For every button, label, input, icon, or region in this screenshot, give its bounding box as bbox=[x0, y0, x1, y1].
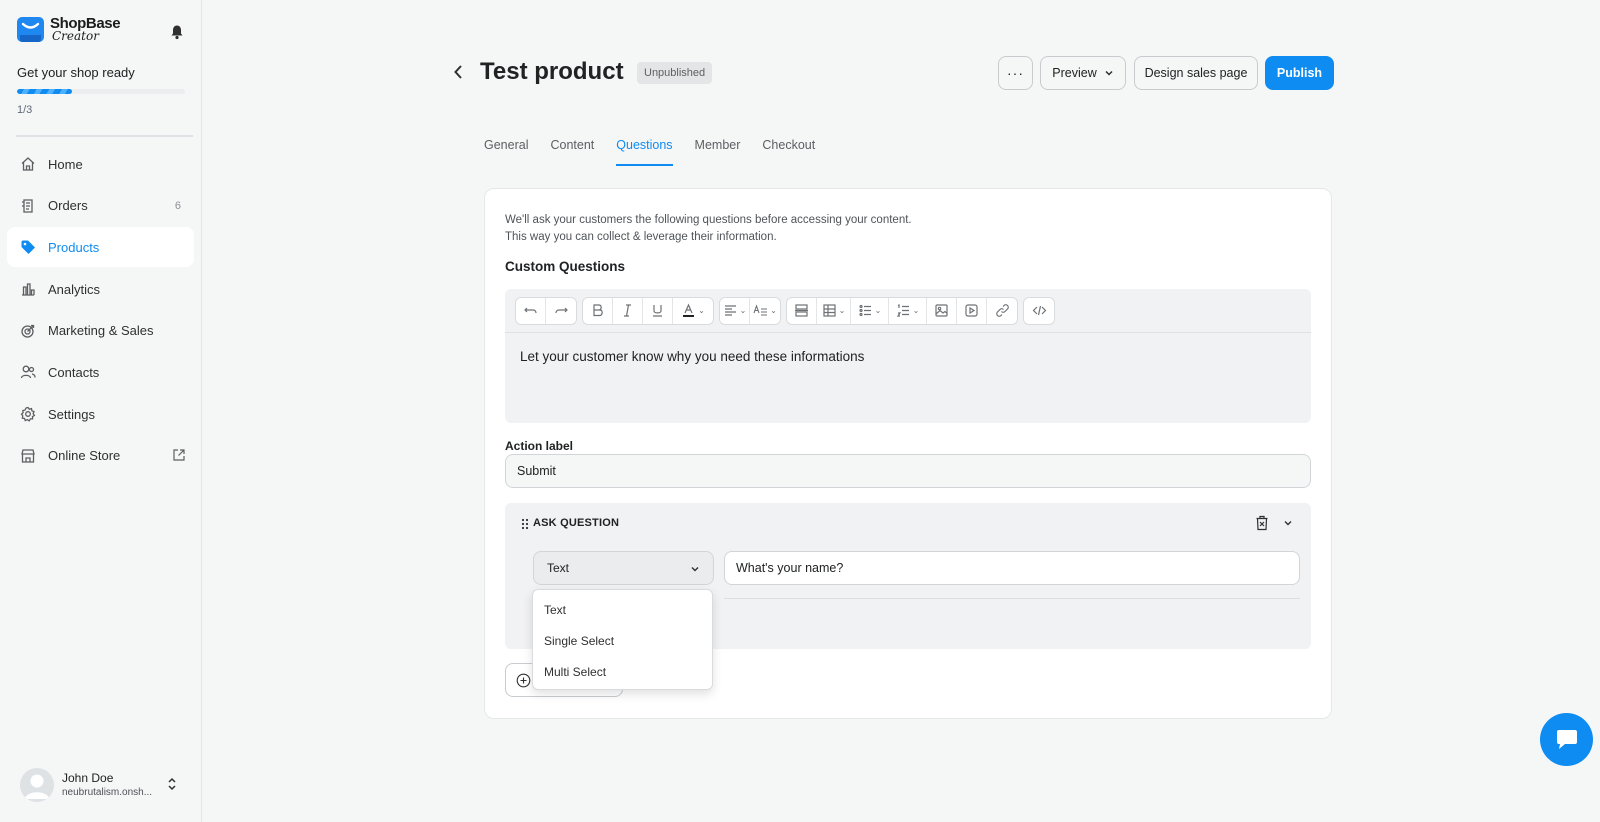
sidebar-item-label: Home bbox=[48, 156, 83, 172]
publish-button[interactable]: Publish bbox=[1265, 56, 1334, 90]
chevron-up-down-icon[interactable] bbox=[166, 776, 178, 792]
tab-general[interactable]: General bbox=[484, 138, 528, 166]
text-color-icon[interactable]: ⌄ bbox=[673, 298, 713, 324]
sidebar-item-online-store[interactable]: Online Store bbox=[7, 436, 194, 476]
product-tabs: General Content Questions Member Checkou… bbox=[484, 138, 837, 166]
page-title: Test product bbox=[480, 58, 624, 85]
chat-icon bbox=[1556, 729, 1577, 749]
underline-icon[interactable] bbox=[643, 297, 673, 324]
target-icon bbox=[20, 323, 36, 339]
user-shop-domain: neubrutalism.onsh... bbox=[62, 787, 153, 799]
questions-intro: We'll ask your customers the following q… bbox=[505, 212, 912, 246]
chat-support-button[interactable] bbox=[1540, 713, 1593, 766]
shopping-bag-logo-icon bbox=[17, 17, 44, 42]
preview-button[interactable]: Preview bbox=[1040, 56, 1126, 90]
action-label-title: Action label bbox=[505, 439, 574, 453]
editor-content[interactable]: Let your customer know why you need thes… bbox=[505, 333, 1311, 380]
sidebar-item-marketing-sales[interactable]: Marketing & Sales bbox=[7, 311, 194, 351]
dropdown-option-single-select[interactable]: Single Select bbox=[533, 625, 712, 656]
status-badge: Unpublished bbox=[637, 62, 713, 84]
dropdown-option-text[interactable]: Text bbox=[533, 594, 712, 625]
setup-progress-bar bbox=[17, 89, 185, 94]
brand-logo[interactable]: ShopBase Creator bbox=[17, 15, 121, 43]
plus-circle-icon bbox=[516, 673, 531, 687]
sidebar-item-settings[interactable]: Settings bbox=[7, 394, 194, 434]
tab-member[interactable]: Member bbox=[695, 138, 741, 166]
back-arrow-icon[interactable] bbox=[452, 63, 466, 81]
preview-button-label: Preview bbox=[1052, 66, 1097, 80]
orders-count-badge: 6 bbox=[174, 199, 181, 212]
ask-question-divider bbox=[724, 598, 1300, 599]
question-type-value: Text bbox=[547, 561, 570, 575]
user-account-menu[interactable]: John Doe neubrutalism.onsh... bbox=[20, 768, 190, 802]
sidebar-item-products[interactable]: Products bbox=[7, 227, 194, 268]
intro-line-1: We'll ask your customers the following q… bbox=[505, 214, 912, 226]
link-icon[interactable] bbox=[987, 298, 1017, 324]
design-sales-page-button[interactable]: Design sales page bbox=[1134, 56, 1258, 90]
text-format-icon[interactable]: ⌄ bbox=[750, 298, 780, 324]
gear-icon bbox=[20, 406, 36, 422]
sidebar-item-label: Analytics bbox=[48, 281, 101, 297]
chevron-down-icon bbox=[1105, 70, 1113, 76]
avatar bbox=[20, 768, 54, 802]
dropdown-option-multi-select[interactable]: Multi Select bbox=[533, 656, 712, 687]
undo-icon[interactable] bbox=[516, 297, 546, 324]
store-icon bbox=[20, 448, 36, 464]
editor-toolbar: ⌄ ⌄ ⌄ ⌄ ⌄ ⌄ bbox=[505, 289, 1311, 333]
sidebar-item-home[interactable]: Home bbox=[7, 144, 194, 184]
sidebar-item-label: Online Store bbox=[48, 448, 121, 464]
drag-handle-icon[interactable] bbox=[521, 518, 529, 530]
bell-icon[interactable] bbox=[170, 24, 184, 40]
code-icon[interactable] bbox=[1024, 298, 1054, 324]
sidebar-item-label: Marketing & Sales bbox=[48, 323, 154, 339]
external-link-icon[interactable] bbox=[172, 448, 186, 462]
rich-text-editor: ⌄ ⌄ ⌄ ⌄ ⌄ ⌄ Let your customer know why y… bbox=[505, 289, 1311, 423]
image-icon[interactable] bbox=[927, 297, 957, 324]
sidebar-item-analytics[interactable]: Analytics bbox=[7, 269, 194, 309]
ask-question-title: ASK QUESTION bbox=[533, 517, 620, 529]
sidebar: ShopBase Creator Get your shop ready 1/3… bbox=[0, 0, 202, 822]
bar-chart-icon bbox=[20, 281, 36, 297]
table-icon[interactable]: ⌄ bbox=[817, 297, 851, 324]
bullet-list-icon[interactable]: ⌄ bbox=[851, 297, 889, 324]
custom-questions-title: Custom Questions bbox=[505, 259, 626, 274]
question-type-dropdown: Text Single Select Multi Select bbox=[532, 589, 713, 690]
sidebar-item-label: Orders bbox=[48, 198, 88, 214]
contacts-icon bbox=[20, 364, 36, 380]
chevron-down-icon[interactable] bbox=[1283, 518, 1293, 528]
tag-icon bbox=[20, 239, 36, 255]
video-icon[interactable] bbox=[957, 297, 987, 324]
italic-icon[interactable] bbox=[613, 297, 643, 324]
orders-icon bbox=[20, 198, 36, 214]
question-type-select[interactable]: Text bbox=[533, 551, 714, 585]
numbered-list-icon[interactable]: ⌄ bbox=[889, 297, 927, 324]
sidebar-item-contacts[interactable]: Contacts bbox=[7, 352, 194, 392]
tab-content[interactable]: Content bbox=[550, 138, 594, 166]
question-text-input[interactable] bbox=[724, 551, 1300, 585]
setup-progress-count: 1/3 bbox=[17, 104, 33, 116]
tab-checkout[interactable]: Checkout bbox=[762, 138, 815, 166]
delete-icon[interactable] bbox=[1255, 515, 1269, 531]
setup-title[interactable]: Get your shop ready bbox=[17, 65, 135, 80]
more-actions-button[interactable]: ··· bbox=[998, 56, 1033, 90]
setup-progress-fill bbox=[17, 89, 73, 94]
tab-questions[interactable]: Questions bbox=[616, 138, 673, 166]
user-name: John Doe bbox=[62, 770, 114, 785]
sidebar-nav: Home Orders 6 Products Analytics Marketi… bbox=[7, 144, 194, 478]
chevron-down-icon bbox=[691, 567, 699, 572]
sidebar-item-orders[interactable]: Orders 6 bbox=[7, 186, 194, 226]
align-icon[interactable]: ⌄ bbox=[720, 297, 750, 324]
intro-line-2: This way you can collect & leverage thei… bbox=[505, 231, 777, 243]
sidebar-divider bbox=[16, 135, 193, 137]
action-label-input[interactable] bbox=[505, 454, 1311, 488]
sidebar-item-label: Settings bbox=[48, 406, 95, 422]
bold-icon[interactable] bbox=[583, 297, 613, 324]
sidebar-item-label: Products bbox=[48, 239, 100, 255]
redo-icon[interactable] bbox=[546, 298, 576, 324]
divider-icon[interactable] bbox=[787, 297, 817, 324]
sidebar-item-label: Contacts bbox=[48, 364, 100, 380]
home-icon bbox=[20, 156, 36, 172]
